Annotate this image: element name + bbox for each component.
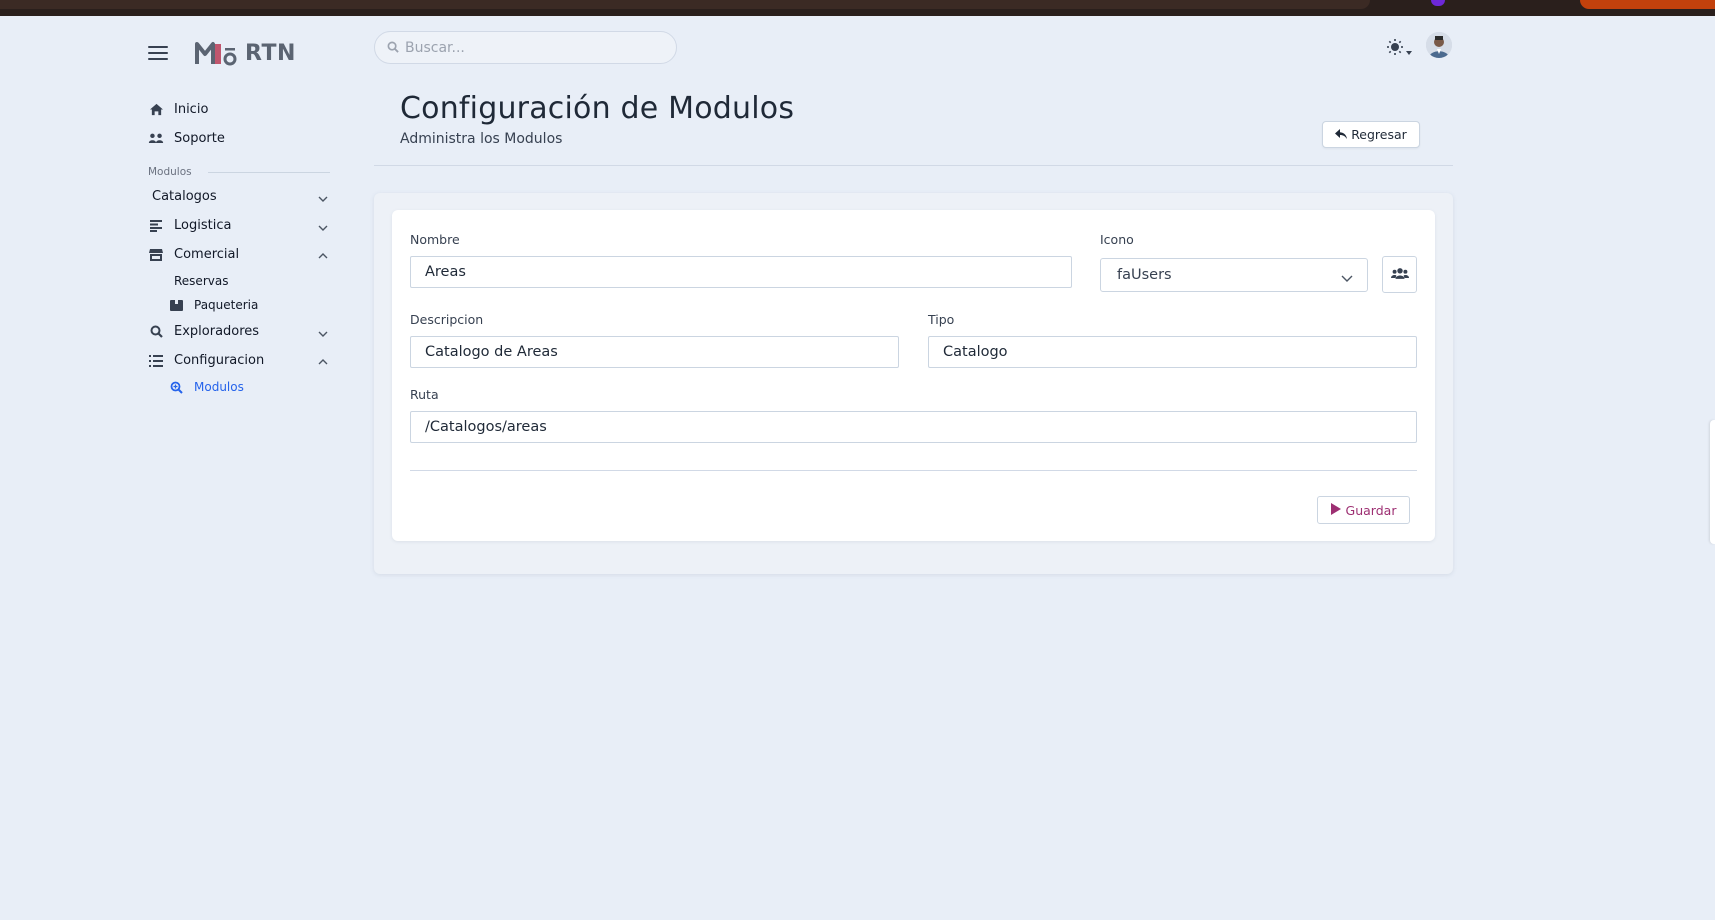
nombre-label: Nombre — [410, 232, 460, 247]
save-button[interactable]: Guardar — [1317, 496, 1410, 524]
reply-icon — [1335, 127, 1348, 142]
sidebar-item-label: Logistica — [174, 218, 232, 233]
sidebar-item-exploradores[interactable]: Exploradores — [148, 317, 330, 346]
align-left-icon — [148, 219, 164, 233]
users-icon — [1390, 265, 1409, 284]
sun-icon — [1386, 38, 1404, 60]
sidebar-item-label: Catalogos — [152, 189, 217, 204]
sidebar-item-label: Soporte — [174, 131, 225, 146]
descripcion-label: Descripcion — [410, 312, 484, 327]
tipo-label: Tipo — [928, 312, 955, 327]
browser-accent-bar — [1580, 0, 1715, 9]
back-button-label: Regresar — [1351, 127, 1407, 142]
sidebar-item-label: Paqueteria — [194, 298, 259, 312]
logo-mark-icon — [195, 40, 237, 66]
sidebar-subitem-paqueteria[interactable]: Paqueteria — [148, 293, 330, 317]
store-icon — [148, 248, 164, 262]
sidebar-item-configuracion[interactable]: Configuracion — [148, 346, 330, 375]
notification-badge — [1431, 0, 1445, 6]
icono-select-value: faUsers — [1117, 267, 1172, 283]
chevron-down-icon — [318, 326, 328, 341]
sidebar-item-logistica[interactable]: Logistica — [148, 211, 330, 240]
page-subtitle: Administra los Modulos — [400, 131, 563, 147]
search-plus-icon — [170, 381, 184, 394]
icono-label: Icono — [1100, 232, 1134, 247]
chevron-up-icon — [318, 354, 328, 369]
save-button-label: Guardar — [1345, 502, 1397, 518]
play-icon — [1330, 502, 1341, 518]
sidebar-subitem-modulos[interactable]: Modulos — [148, 375, 330, 399]
sidebar-item-catalogos[interactable]: Catalogos — [148, 182, 330, 211]
home-icon — [148, 103, 164, 117]
search-input[interactable] — [405, 39, 665, 56]
sidebar-item-label: Configuracion — [174, 353, 265, 368]
chevron-down-icon — [1341, 270, 1353, 286]
search-icon — [148, 325, 164, 339]
sidebar-item-label: Inicio — [174, 102, 209, 117]
sidebar-item-label: Exploradores — [174, 324, 260, 339]
browser-tab-edge — [0, 0, 1370, 9]
menu-toggle-icon[interactable] — [148, 46, 168, 60]
ruta-label: Ruta — [410, 387, 439, 402]
ruta-field[interactable] — [410, 411, 1417, 443]
sidebar-item-comercial[interactable]: Comercial — [148, 240, 330, 269]
user-avatar[interactable] — [1426, 32, 1452, 58]
icono-select[interactable]: faUsers — [1100, 258, 1368, 292]
search-bar[interactable] — [374, 31, 677, 64]
sidebar-item-inicio[interactable]: Inicio — [148, 95, 330, 124]
page-title: Configuración de Modulos — [400, 91, 795, 126]
list-icon — [148, 354, 164, 368]
support-icon — [148, 132, 164, 146]
chevron-down-icon — [318, 191, 328, 206]
sidebar-item-label: Modulos — [194, 380, 244, 394]
nombre-field[interactable] — [410, 256, 1072, 288]
header-divider — [374, 165, 1453, 166]
box-icon — [170, 299, 184, 312]
search-icon — [387, 38, 399, 57]
back-button[interactable]: Regresar — [1322, 121, 1420, 148]
theme-toggle-button[interactable] — [1386, 38, 1412, 60]
app-logo[interactable]: RTN — [195, 40, 296, 66]
chevron-up-icon — [318, 248, 328, 263]
browser-top-strip — [0, 0, 1715, 16]
tipo-field[interactable] — [928, 336, 1417, 368]
sidebar-nav: Inicio Soporte Modulos Catalogos Logisti… — [148, 95, 330, 399]
sidebar-item-soporte[interactable]: Soporte — [148, 124, 330, 153]
descripcion-field[interactable] — [410, 336, 899, 368]
sidebar-item-label: Reservas — [174, 274, 229, 288]
logo-text: RTN — [245, 40, 296, 66]
section-label-modulos: Modulos — [148, 162, 330, 182]
form-divider — [410, 470, 1417, 471]
side-panel-tab[interactable] — [1710, 420, 1715, 544]
sidebar-subitem-reservas[interactable]: Reservas — [148, 269, 330, 293]
caret-down-icon — [1406, 40, 1412, 59]
chevron-down-icon — [318, 220, 328, 235]
sidebar-item-label: Comercial — [174, 247, 240, 262]
icon-preview-button[interactable] — [1382, 256, 1417, 293]
